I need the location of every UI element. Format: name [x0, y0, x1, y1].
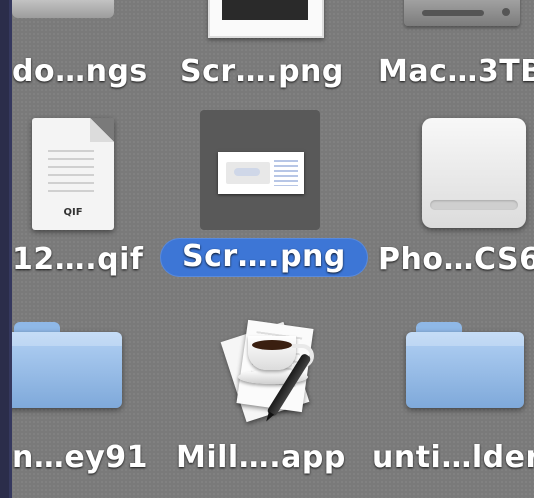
file-label: 12….qif	[12, 242, 144, 277]
drive-label: Mac…3TB	[378, 54, 534, 89]
hard-drive-icon	[404, 0, 520, 26]
file-label: do…ngs	[12, 54, 148, 89]
file-label: Scr….png	[180, 54, 344, 89]
file-label-selected: Scr….png	[160, 238, 368, 277]
screenshot-image-icon	[208, 0, 324, 38]
screenshot-image-icon	[218, 152, 304, 194]
folder-label: n…ey91	[12, 440, 149, 475]
window-edge	[0, 0, 12, 498]
external-drive-icon	[422, 118, 526, 228]
drive-label: Pho…CS6	[378, 242, 534, 277]
file-extension: QIF	[63, 207, 83, 218]
document-icon	[12, 0, 114, 18]
folder-icon	[406, 322, 524, 408]
qif-document-icon: QIF	[32, 118, 114, 230]
app-label: Mill….app	[176, 440, 346, 475]
application-icon	[214, 316, 330, 434]
folder-label: unti…lder	[372, 440, 534, 475]
folder-icon	[12, 322, 122, 408]
finder-icon-view[interactable]: do…ngs Scr….png Mac…3TB QIF 12….qif Scr……	[12, 0, 534, 498]
